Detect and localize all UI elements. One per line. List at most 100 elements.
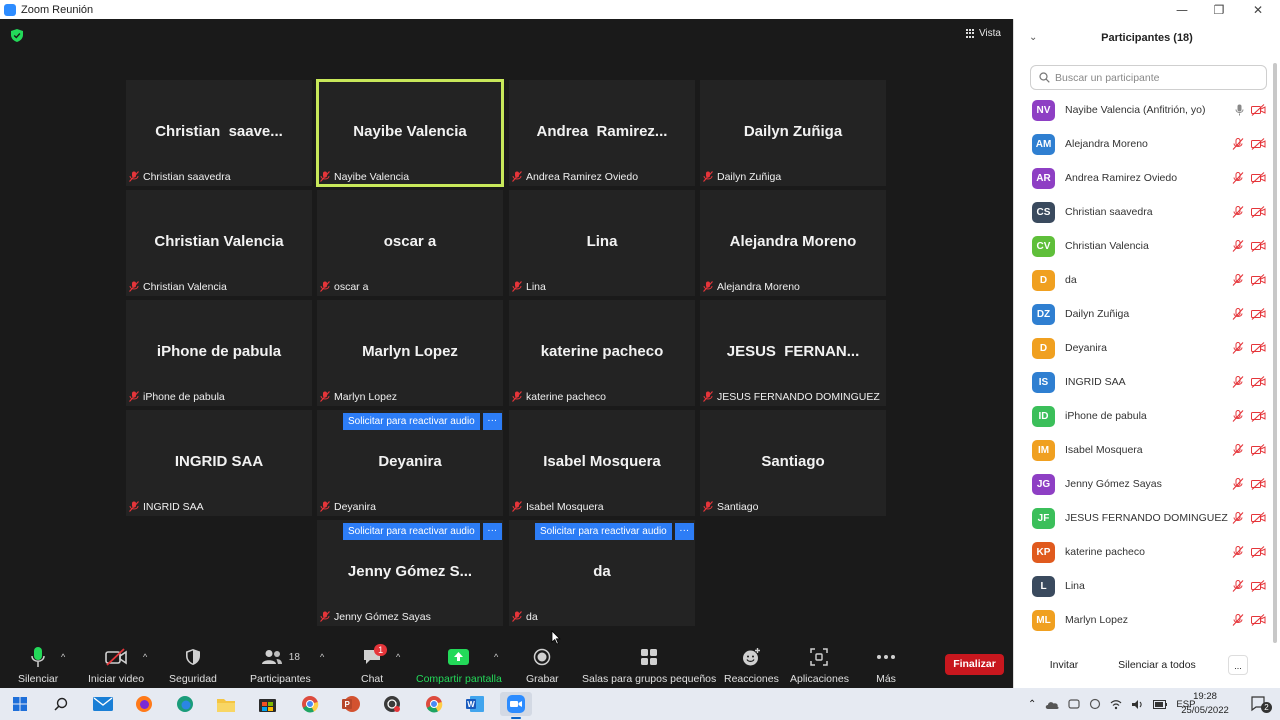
video-tile[interactable]: katerine pacheco katerine pacheco <box>509 300 695 406</box>
search-input[interactable] <box>1055 71 1255 84</box>
mic-muted-icon[interactable] <box>1232 206 1244 218</box>
mic-muted-icon[interactable] <box>1232 410 1244 422</box>
chrome-second-icon[interactable] <box>418 692 450 716</box>
mic-muted-icon[interactable] <box>1232 546 1244 558</box>
apps-button[interactable]: Aplicaciones <box>790 644 849 685</box>
clock[interactable]: 19:28 25/05/2022 <box>1176 690 1234 718</box>
video-off-icon[interactable] <box>1251 342 1266 354</box>
mute-all-button[interactable]: Silenciar a todos <box>1112 655 1202 675</box>
video-tile[interactable]: Christian Valencia Christian Valencia <box>126 190 312 296</box>
mic-muted-icon[interactable] <box>1232 580 1244 592</box>
mic-muted-icon[interactable] <box>1232 240 1244 252</box>
mic-muted-icon[interactable] <box>1232 376 1244 388</box>
video-off-icon[interactable] <box>1251 444 1266 456</box>
video-options-caret-icon[interactable]: ^ <box>143 652 147 662</box>
video-tile[interactable]: INGRID SAA INGRID SAA <box>126 410 312 516</box>
video-tile[interactable]: Lina Lina <box>509 190 695 296</box>
video-off-icon[interactable] <box>1251 274 1266 286</box>
notifications-icon[interactable]: 2 <box>1243 692 1275 716</box>
video-off-icon[interactable] <box>1251 104 1266 116</box>
mic-muted-icon[interactable] <box>1232 512 1244 524</box>
participants-options-caret-icon[interactable]: ^ <box>320 652 324 662</box>
participant-row[interactable]: AM Alejandra Moreno <box>1014 127 1272 161</box>
video-tile[interactable]: iPhone de pabula iPhone de pabula <box>126 300 312 406</box>
search-taskbar-icon[interactable] <box>45 692 77 716</box>
edge-icon[interactable] <box>169 692 201 716</box>
chat-options-caret-icon[interactable]: ^ <box>396 652 400 662</box>
participant-list-scrollbar[interactable] <box>1273 63 1277 643</box>
participant-row[interactable]: L Lina <box>1014 569 1272 603</box>
participant-row[interactable]: D Deyanira <box>1014 331 1272 365</box>
share-screen-button[interactable]: Compartir pantalla <box>416 644 502 685</box>
video-tile[interactable]: Isabel Mosquera Isabel Mosquera <box>509 410 695 516</box>
participant-row[interactable]: AR Andrea Ramirez Oviedo <box>1014 161 1272 195</box>
word-icon[interactable]: W <box>459 692 491 716</box>
video-off-icon[interactable] <box>1251 512 1266 524</box>
more-options-button[interactable]: ··· <box>482 413 502 430</box>
end-meeting-button[interactable]: Finalizar <box>945 654 1004 675</box>
mail-icon[interactable] <box>87 692 119 716</box>
participants-button[interactable]: 18 Participantes <box>250 644 311 685</box>
video-off-icon[interactable] <box>1251 172 1266 184</box>
panel-more-button[interactable]: ... <box>1228 655 1248 675</box>
security-tray-icon[interactable] <box>1089 698 1101 710</box>
video-off-icon[interactable] <box>1251 138 1266 150</box>
security-button[interactable]: Seguridad <box>169 644 217 685</box>
video-tile[interactable]: Andrea Ramirez... Andrea Ramirez Oviedo <box>509 80 695 186</box>
store-icon[interactable] <box>251 692 283 716</box>
zoom-taskbar-icon[interactable] <box>500 692 532 719</box>
video-off-icon[interactable] <box>1251 410 1266 422</box>
recorder-icon[interactable] <box>376 692 408 716</box>
video-tile[interactable]: Christian saave... Christian saavedra <box>126 80 312 186</box>
request-unmute-button[interactable]: Solicitar para reactivar audio <box>343 523 480 540</box>
firefox-icon[interactable] <box>128 692 160 716</box>
video-tile[interactable]: Dailyn Zuñiga Dailyn Zuñiga <box>700 80 886 186</box>
view-button[interactable]: Vista <box>965 28 1001 39</box>
mic-muted-icon[interactable] <box>1232 444 1244 456</box>
more-button[interactable]: Más <box>876 644 896 685</box>
participant-row[interactable]: JG Jenny Gómez Sayas <box>1014 467 1272 501</box>
video-tile[interactable]: Nayibe Valencia Nayibe Valencia <box>316 79 504 187</box>
share-options-caret-icon[interactable]: ^ <box>494 652 498 662</box>
video-tile[interactable]: JESUS FERNAN... JESUS FERNANDO DOMINGUEZ <box>700 300 886 406</box>
participant-row[interactable]: ML Marlyn Lopez <box>1014 603 1272 637</box>
mic-on-icon[interactable] <box>1235 104 1244 116</box>
record-button[interactable]: Grabar <box>526 644 559 685</box>
video-tile[interactable]: Santiago Santiago <box>700 410 886 516</box>
video-tile[interactable]: oscar a oscar a <box>317 190 503 296</box>
video-off-icon[interactable] <box>1251 240 1266 252</box>
battery-icon[interactable] <box>1153 699 1168 709</box>
mic-muted-icon[interactable] <box>1232 308 1244 320</box>
volume-icon[interactable] <box>1131 699 1144 710</box>
request-unmute-button[interactable]: Solicitar para reactivar audio <box>343 413 480 430</box>
invite-button[interactable]: Invitar <box>1040 655 1088 675</box>
close-button[interactable]: ✕ <box>1238 0 1278 19</box>
participant-row[interactable]: NV Nayibe Valencia (Anfitrión, yo) <box>1014 93 1272 127</box>
participant-row[interactable]: CS Christian saavedra <box>1014 195 1272 229</box>
participant-row[interactable]: CV Christian Valencia <box>1014 229 1272 263</box>
chrome-icon[interactable] <box>294 692 326 716</box>
onedrive-icon[interactable] <box>1045 700 1059 709</box>
mic-muted-icon[interactable] <box>1232 614 1244 626</box>
video-off-icon[interactable] <box>1251 614 1266 626</box>
participant-row[interactable]: ID iPhone de pabula <box>1014 399 1272 433</box>
windows-start-icon[interactable] <box>4 692 36 716</box>
mic-muted-icon[interactable] <box>1232 138 1244 150</box>
participant-search[interactable] <box>1030 65 1267 90</box>
mic-muted-icon[interactable] <box>1232 172 1244 184</box>
file-explorer-icon[interactable] <box>210 692 242 716</box>
video-off-icon[interactable] <box>1251 478 1266 490</box>
participant-row[interactable]: IS INGRID SAA <box>1014 365 1272 399</box>
encryption-shield-icon[interactable] <box>11 29 23 42</box>
start-video-button[interactable]: Iniciar video <box>88 644 144 685</box>
participant-row[interactable]: DZ Dailyn Zuñiga <box>1014 297 1272 331</box>
maximize-button[interactable]: ❐ <box>1199 0 1239 19</box>
cloud-sync-icon[interactable] <box>1068 698 1080 710</box>
chat-button[interactable]: 1 Chat <box>361 644 388 685</box>
video-tile[interactable]: Alejandra Moreno Alejandra Moreno <box>700 190 886 296</box>
participant-row[interactable]: KP katerine pacheco <box>1014 535 1272 569</box>
mic-muted-icon[interactable] <box>1232 478 1244 490</box>
wifi-icon[interactable] <box>1110 698 1122 710</box>
video-off-icon[interactable] <box>1251 580 1266 592</box>
breakout-rooms-button[interactable]: Salas para grupos pequeños <box>582 644 716 685</box>
